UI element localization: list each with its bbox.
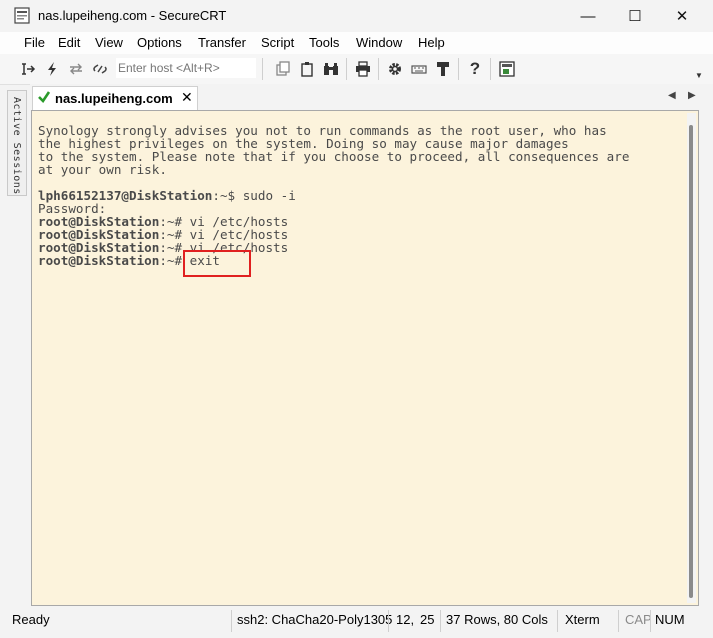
about-icon[interactable] [498, 60, 516, 78]
title-bar: nas.lupeiheng.com - SecureCRT — ☐ ✕ [0, 0, 713, 32]
window-title: nas.lupeiheng.com - SecureCRT [38, 8, 227, 23]
reconnect-icon[interactable] [67, 60, 85, 78]
disconnect-icon[interactable] [91, 60, 109, 78]
status-bar: Ready ssh2: ChaCha20-Poly1305 12, 25 37 … [0, 608, 713, 638]
tab-next-icon[interactable]: ▶ [688, 90, 696, 101]
close-button[interactable]: ✕ [659, 0, 705, 32]
status-cursor-col: 25 [420, 612, 435, 627]
menu-tools[interactable]: Tools [309, 35, 339, 50]
status-terminal-type: Xterm [565, 612, 600, 627]
session-tab-label: nas.lupeiheng.com [55, 91, 173, 106]
status-separator [557, 610, 558, 632]
sftp-icon[interactable] [434, 60, 452, 78]
active-sessions-tab[interactable]: Active Sessions [7, 90, 27, 196]
help-icon[interactable]: ? [466, 59, 484, 78]
host-input[interactable] [116, 58, 256, 78]
securecrt-app-icon [14, 7, 30, 24]
minimize-button[interactable]: — [565, 0, 611, 32]
menu-script[interactable]: Script [261, 35, 294, 50]
active-sessions-label: Active Sessions [11, 97, 22, 195]
menu-view[interactable]: View [95, 35, 123, 50]
menu-edit[interactable]: Edit [58, 35, 80, 50]
status-size: 37 Rows, 80 Cols [446, 612, 548, 627]
status-separator [440, 610, 441, 632]
status-cursor-row: 12, [396, 612, 415, 627]
paste-icon[interactable] [298, 60, 316, 78]
close-icon: ✕ [675, 8, 689, 25]
copy-icon[interactable] [274, 60, 292, 78]
toolbar-separator [346, 58, 347, 80]
status-separator [388, 610, 389, 632]
maximize-icon: ☐ [628, 8, 642, 25]
toolbar-separator [378, 58, 379, 80]
terminal-scrollbar[interactable] [687, 113, 696, 603]
menu-help[interactable]: Help [418, 35, 445, 50]
toolbar-separator [262, 58, 263, 80]
connect-icon[interactable] [19, 60, 37, 78]
exit-command-highlight [183, 250, 251, 277]
terminal-line: at your own risk. [38, 162, 167, 177]
toolbar-separator [490, 58, 491, 80]
toolbar-overflow-icon[interactable]: ▼ [690, 66, 708, 84]
quick-connect-icon[interactable] [43, 60, 61, 78]
menu-transfer[interactable]: Transfer [198, 35, 246, 50]
find-icon[interactable] [322, 60, 340, 78]
scrollbar-thumb[interactable] [689, 125, 693, 598]
tab-close-icon[interactable]: ✕ [181, 89, 193, 106]
minimize-icon: — [580, 7, 596, 25]
terminal-view[interactable]: Synology strongly advises you not to run… [31, 110, 699, 606]
settings-icon[interactable] [386, 60, 404, 78]
status-separator [618, 610, 619, 632]
status-num-lock: NUM [655, 612, 685, 627]
menu-options[interactable]: Options [137, 35, 182, 50]
toolbar-separator [458, 58, 459, 80]
menu-file[interactable]: File [24, 35, 45, 50]
status-separator [650, 610, 651, 632]
connected-check-icon [37, 90, 51, 107]
keymap-icon[interactable] [410, 60, 428, 78]
maximize-button[interactable]: ☐ [612, 0, 658, 32]
status-ready: Ready [12, 612, 50, 627]
print-icon[interactable] [354, 60, 372, 78]
toolbar: ? ▼ [0, 54, 713, 85]
tab-prev-icon[interactable]: ◀ [668, 90, 676, 101]
status-caps-lock: CAP [625, 612, 652, 627]
session-tab[interactable]: nas.lupeiheng.com ✕ [32, 86, 198, 110]
status-cipher: ssh2: ChaCha20-Poly1305 [237, 612, 393, 627]
status-separator [231, 610, 232, 632]
session-tab-strip: nas.lupeiheng.com ✕ ◀ ▶ [30, 84, 713, 110]
menu-bar: File Edit View Options Transfer Script T… [0, 32, 713, 54]
menu-window[interactable]: Window [356, 35, 402, 50]
